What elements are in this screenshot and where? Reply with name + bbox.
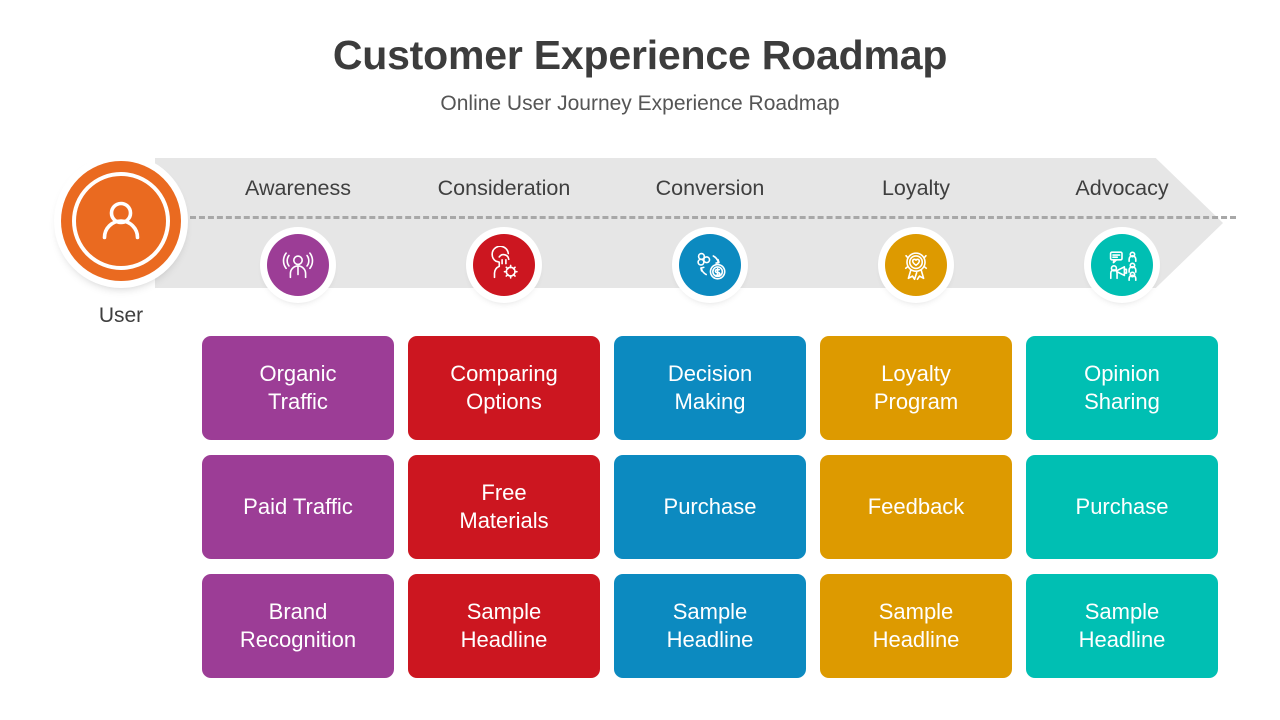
roadmap-card[interactable]: Organic Traffic: [202, 336, 394, 440]
stage-icon-cell: [813, 234, 1019, 296]
card-row: Brand Recognition Sample Headline Sample H…: [195, 574, 1225, 678]
roadmap-card[interactable]: Opinion Sharing: [1026, 336, 1218, 440]
user-label: User: [98, 304, 144, 327]
card-cell: Feedback: [813, 455, 1019, 559]
card-cell: Purchase: [1019, 455, 1225, 559]
roadmap-card[interactable]: Sample Headline: [820, 574, 1012, 678]
card-cell: Sample Headline: [1019, 574, 1225, 678]
card-cell: Free Materials: [401, 455, 607, 559]
consideration-thinking-gear-icon: [491, 246, 518, 279]
card-cell: Decision Making: [607, 336, 813, 440]
stage-label-row: Awareness Consideration Conversion Loyalty A…: [195, 176, 1225, 201]
card-cell: Brand Recognition: [195, 574, 401, 678]
card-cell: Sample Headline: [813, 574, 1019, 678]
stage-icon-cell: [401, 234, 607, 296]
roadmap-card[interactable]: Sample Headline: [1026, 574, 1218, 678]
stage-label-advocacy[interactable]: Advocacy: [1019, 176, 1225, 201]
roadmap-card[interactable]: Sample Headline: [614, 574, 806, 678]
roadmap-card[interactable]: Free Materials: [408, 455, 600, 559]
roadmap-card[interactable]: Purchase: [614, 455, 806, 559]
card-cell: Organic Traffic: [195, 336, 401, 440]
roadmap-card[interactable]: Feedback: [820, 455, 1012, 559]
stage-label-conversion[interactable]: Conversion: [607, 176, 813, 201]
loyalty-award-heart-icon: [904, 252, 928, 281]
stage-label-awareness[interactable]: Awareness: [195, 176, 401, 201]
advocacy-megaphone-icon: [1109, 251, 1137, 282]
user-avatar[interactable]: [61, 161, 181, 281]
roadmap-card[interactable]: Decision Making: [614, 336, 806, 440]
stage-icon-button-conversion[interactable]: [679, 234, 741, 296]
stage-icon-cell: [1019, 234, 1225, 296]
user-block: User: [61, 161, 181, 327]
card-row: Paid Traffic Free Materials Purchase Feedba…: [195, 455, 1225, 559]
roadmap-card[interactable]: Purchase: [1026, 455, 1218, 559]
awareness-broadcast-icon: [282, 252, 314, 279]
page-title: Customer Experience Roadmap: [332, 32, 948, 78]
journey-dashed-timeline: [190, 216, 1236, 219]
user-avatar-icon: [102, 201, 140, 240]
stage-label-loyalty[interactable]: Loyalty: [813, 176, 1019, 201]
roadmap-card[interactable]: Paid Traffic: [202, 455, 394, 559]
page-subtitle: Online User Journey Experience Roadmap: [440, 92, 840, 116]
roadmap-card[interactable]: Sample Headline: [408, 574, 600, 678]
card-cell: Loyalty Program: [813, 336, 1019, 440]
stage-icon-row: [195, 234, 1225, 296]
card-cell: Comparing Options: [401, 336, 607, 440]
stage-icon-button-consideration[interactable]: [473, 234, 535, 296]
roadmap-card[interactable]: Loyalty Program: [820, 336, 1012, 440]
stage-icon-cell: [195, 234, 401, 296]
stage-icon-button-loyalty[interactable]: [885, 234, 947, 296]
conversion-money-icon: [697, 252, 726, 280]
roadmap-card[interactable]: Comparing Options: [408, 336, 600, 440]
roadmap-card[interactable]: Brand Recognition: [202, 574, 394, 678]
page-header: Customer Experience Roadmap Online User …: [0, 0, 1280, 115]
card-row: Organic Traffic Comparing Options Decision…: [195, 336, 1225, 440]
card-cell: Sample Headline: [401, 574, 607, 678]
card-cell: Purchase: [607, 455, 813, 559]
card-cell: Sample Headline: [607, 574, 813, 678]
stage-icon-button-awareness[interactable]: [267, 234, 329, 296]
stage-label-consideration[interactable]: Consideration: [401, 176, 607, 201]
card-cell: Opinion Sharing: [1019, 336, 1225, 440]
stage-icon-button-advocacy[interactable]: [1091, 234, 1153, 296]
card-cell: Paid Traffic: [195, 455, 401, 559]
roadmap-card-grid: Organic Traffic Comparing Options Decision…: [195, 336, 1225, 678]
stage-icon-cell: [607, 234, 813, 296]
